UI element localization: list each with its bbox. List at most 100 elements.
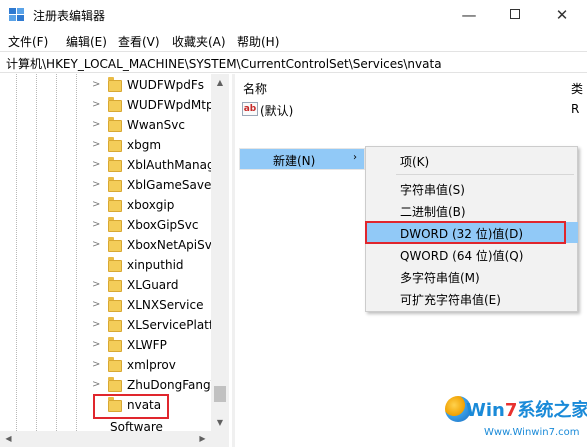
folder-icon — [108, 357, 122, 372]
chevron-right-icon[interactable]: > — [92, 239, 100, 250]
chevron-right-icon[interactable]: > — [92, 79, 100, 90]
menu-item-key[interactable]: 项(K) — [367, 150, 578, 171]
maximize-icon — [510, 9, 520, 19]
maximize-button[interactable] — [492, 0, 538, 31]
menu-item-qword-value[interactable]: QWORD (64 位)值(Q) — [367, 244, 578, 265]
tree-item[interactable]: > xmlprov — [90, 356, 229, 376]
tree-item[interactable]: > XblAuthManag — [90, 156, 229, 176]
registry-editor-icon — [9, 8, 24, 21]
tree-item-label: WUDFWpdFs — [127, 78, 205, 92]
tree-item-label: XboxNetApiSvc — [127, 238, 219, 252]
tree-guide-line — [56, 74, 57, 447]
chevron-right-icon[interactable]: > — [92, 179, 100, 190]
folder-icon — [108, 157, 122, 172]
close-icon: ✕ — [555, 6, 569, 24]
menu-edit[interactable]: 编辑(E) — [66, 33, 107, 50]
chevron-right-icon[interactable]: > — [92, 299, 100, 310]
menu-help[interactable]: 帮助(H) — [237, 33, 279, 50]
chevron-right-icon[interactable]: > — [92, 139, 100, 150]
folder-icon — [108, 377, 122, 392]
submenu-arrow-icon: › — [353, 152, 357, 163]
address-bar[interactable]: 计算机\HKEY_LOCAL_MACHINE\SYSTEM\CurrentCon… — [0, 51, 587, 73]
scroll-down-icon[interactable]: ▼ — [211, 414, 229, 431]
menu-item-label: 二进制值(B) — [400, 205, 466, 219]
menu-separator — [396, 174, 574, 175]
dword-annotation-box — [365, 221, 566, 244]
tree-item-label: XboxGipSvc — [127, 218, 199, 232]
menu-item-multi-string-value[interactable]: 多字符串值(M) — [367, 266, 578, 287]
menu-item-binary-value[interactable]: 二进制值(B) — [367, 200, 578, 221]
tree-item-label: xinputhid — [127, 258, 184, 272]
folder-icon — [108, 97, 122, 112]
menu-item-label: 多字符串值(M) — [400, 271, 480, 285]
tree-item[interactable]: > XLGuard — [90, 276, 229, 296]
chevron-right-icon[interactable]: > — [92, 359, 100, 370]
menu-file[interactable]: 文件(F) — [8, 33, 48, 50]
tree-item-label: XLGuard — [127, 278, 179, 292]
tree-item-label: XLWFP — [127, 338, 167, 352]
watermark-logo: Win7系统之家 — [466, 396, 587, 422]
tree-item[interactable]: > XblGameSave — [90, 176, 229, 196]
folder-icon — [108, 277, 122, 292]
tree-item[interactable]: > XLNXService — [90, 296, 229, 316]
context-menu: 新建(N) › — [239, 148, 365, 170]
chevron-right-icon[interactable]: > — [92, 119, 100, 130]
watermark-logo-text: 系统之家 — [517, 400, 587, 421]
menu-item-expandable-string-value[interactable]: 可扩充字符串值(E) — [367, 288, 578, 309]
menu-favorites[interactable]: 收藏夹(A) — [172, 33, 226, 50]
tree-item-label: XLServicePlatfo — [127, 318, 221, 332]
close-button[interactable]: ✕ — [539, 0, 585, 31]
tree-item[interactable]: > WwanSvc — [90, 116, 229, 136]
value-type: R — [571, 102, 580, 116]
watermark-logo-seven: 7 — [504, 400, 518, 421]
tree-item[interactable]: > xboxgip — [90, 196, 229, 216]
scroll-left-icon[interactable]: ◀ — [0, 431, 17, 447]
chevron-right-icon[interactable]: > — [92, 199, 100, 210]
column-header-type[interactable]: 类 — [571, 80, 583, 97]
scrollbar-thumb[interactable] — [214, 386, 226, 402]
tree-vertical-scrollbar[interactable] — [211, 74, 229, 431]
scroll-right-icon[interactable]: ▶ — [194, 431, 211, 447]
folder-icon — [108, 257, 122, 272]
tree-item[interactable]: > XLServicePlatfo — [90, 316, 229, 336]
tree-guide-line — [36, 74, 37, 447]
tree-item[interactable]: xinputhid — [90, 256, 229, 276]
tree-item[interactable]: > WUDFWpdFs — [90, 76, 229, 96]
value-name[interactable]: (默认) — [260, 102, 293, 119]
string-value-icon: ab — [242, 102, 258, 116]
tree-item[interactable]: > xbgm — [90, 136, 229, 156]
tree-item-label: WwanSvc — [127, 118, 185, 132]
menu-item-label: QWORD (64 位)值(Q) — [400, 249, 524, 263]
tree-item[interactable]: > ZhuDongFangY — [90, 376, 229, 396]
chevron-right-icon[interactable]: > — [92, 379, 100, 390]
menu-item-label: 字符串值(S) — [400, 183, 465, 197]
minimize-button[interactable]: — — [446, 0, 492, 31]
tree-item[interactable]: > XboxNetApiSvc — [90, 236, 229, 256]
tree-guide-line — [76, 74, 77, 447]
folder-icon — [108, 117, 122, 132]
menu-item-new[interactable]: 新建(N) › — [240, 149, 364, 169]
tree-pane: > WUDFWpdFs > WUDFWpdMtp > WwanSvc > xbg… — [0, 74, 229, 447]
folder-icon — [108, 337, 122, 352]
scroll-up-icon[interactable]: ▲ — [211, 74, 229, 91]
tree-item-label: xboxgip — [127, 198, 175, 212]
menu-view[interactable]: 查看(V) — [118, 33, 160, 50]
chevron-right-icon[interactable]: > — [92, 279, 100, 290]
folder-icon — [108, 197, 122, 212]
minimize-icon: — — [461, 6, 477, 24]
column-header-name[interactable]: 名称 — [243, 80, 267, 97]
chevron-right-icon[interactable]: > — [92, 99, 100, 110]
chevron-right-icon[interactable]: > — [92, 219, 100, 230]
tree-item[interactable]: > XboxGipSvc — [90, 216, 229, 236]
watermark-logo-win: Win — [466, 400, 505, 421]
folder-icon — [108, 217, 122, 232]
tree-item[interactable]: > WUDFWpdMtp — [90, 96, 229, 116]
tree-item[interactable]: > XLWFP — [90, 336, 229, 356]
tree-guide-line — [16, 74, 17, 447]
chevron-right-icon[interactable]: > — [92, 339, 100, 350]
chevron-right-icon[interactable]: > — [92, 159, 100, 170]
chevron-right-icon[interactable]: > — [92, 319, 100, 330]
folder-icon — [108, 237, 122, 252]
tree-item-label: XLNXService — [127, 298, 204, 312]
menu-item-string-value[interactable]: 字符串值(S) — [367, 178, 578, 199]
